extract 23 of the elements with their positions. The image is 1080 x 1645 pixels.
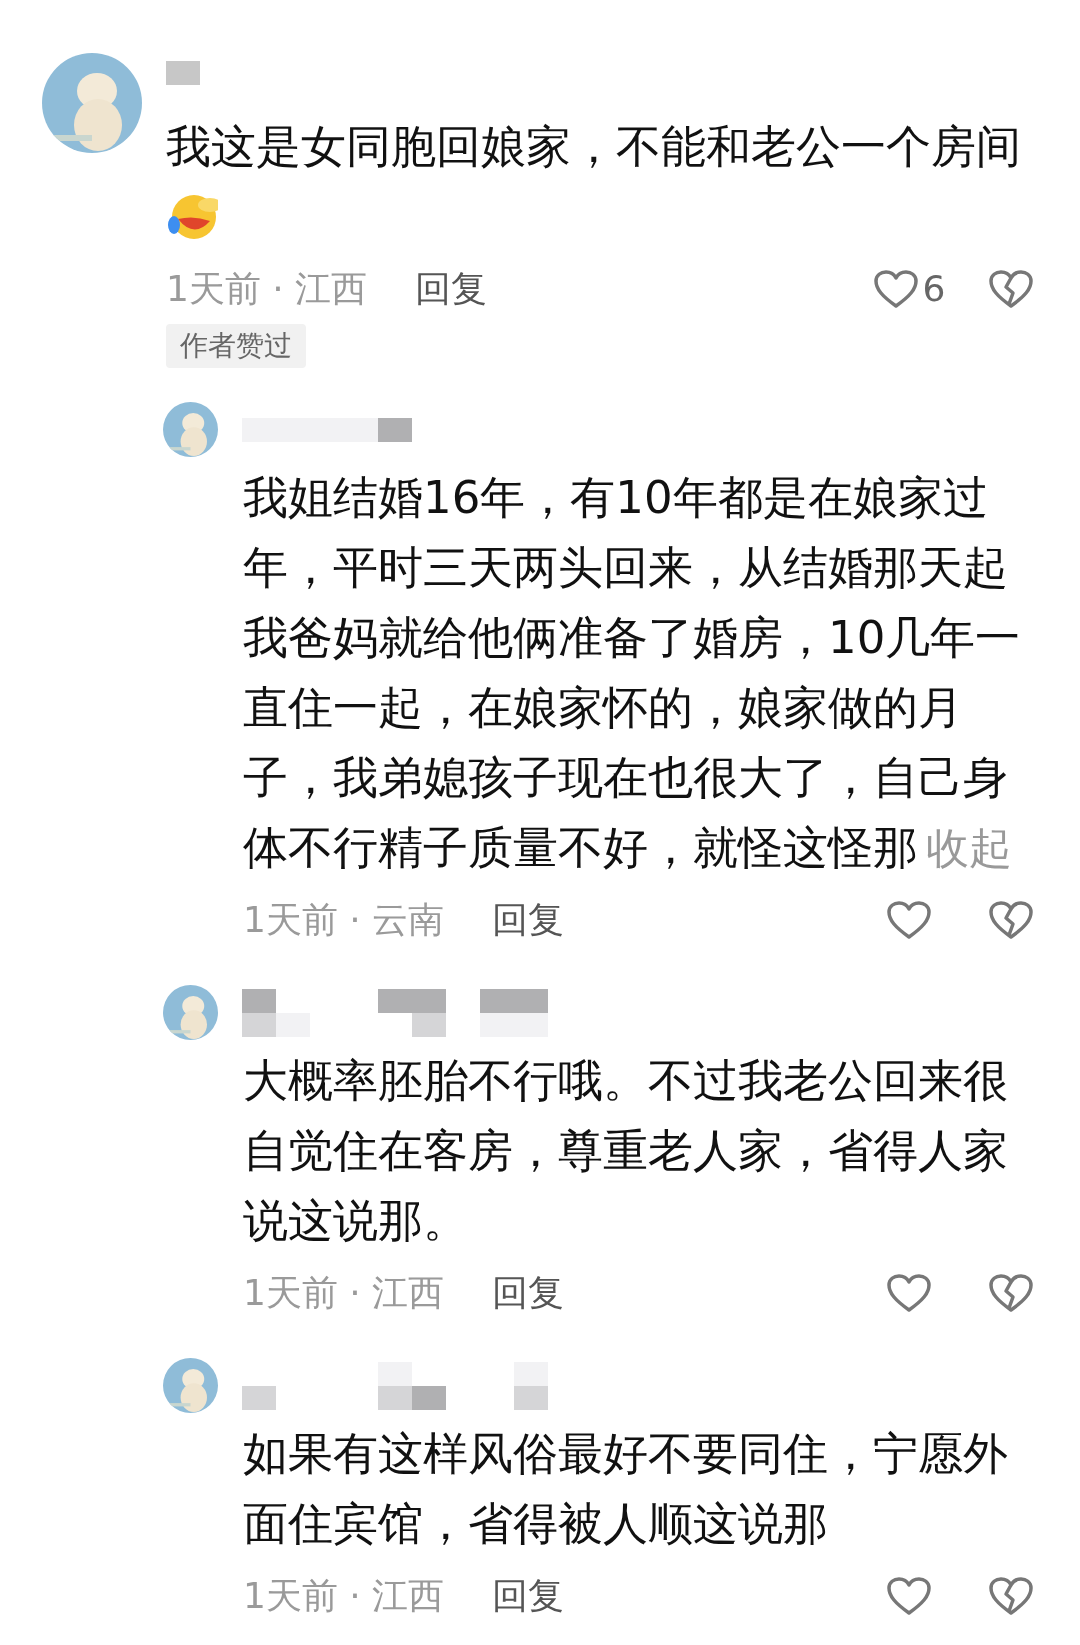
comment-text: 我这是女同胞回娘家，不能和老公一个房间 bbox=[166, 119, 1022, 175]
heart-icon[interactable] bbox=[886, 900, 932, 940]
heart-icon[interactable] bbox=[886, 1273, 932, 1313]
broken-heart-icon[interactable] bbox=[988, 1576, 1034, 1616]
reply-link[interactable]: 回复 bbox=[415, 262, 488, 316]
reply-link[interactable]: 回复 bbox=[492, 893, 565, 947]
heart-icon[interactable] bbox=[886, 1576, 932, 1616]
broken-heart-icon[interactable] bbox=[988, 900, 1034, 940]
timestamp-location: 1天前 · 江西 bbox=[166, 267, 368, 311]
heart-icon[interactable] bbox=[872, 269, 919, 309]
redacted-username bbox=[166, 61, 200, 85]
author-liked-tag: 作者赞过 bbox=[166, 324, 306, 368]
reply-link[interactable]: 回复 bbox=[492, 1266, 565, 1320]
timestamp-location: 1天前 · 云南 bbox=[243, 898, 445, 942]
comment-text: 大概率胚胎不行哦。不过我老公回来很自觉住在客房，尊重老人家，省得人家说这说那。 bbox=[243, 1053, 1009, 1249]
timestamp-location: 1天前 · 江西 bbox=[243, 1271, 445, 1315]
timestamp-location: 1天前 · 江西 bbox=[243, 1574, 445, 1618]
comment-text: 如果有这样风俗最好不要同住，宁愿外面住宾馆，省得被人顺这说那 bbox=[243, 1426, 1009, 1552]
broken-heart-icon[interactable] bbox=[988, 269, 1034, 309]
comment-text: 我姐结婚16年，有10年都是在娘家过年，平时三天两头回来，从结婚那天起我爸妈就给他俩准备了婚房，10几年一直住一起，在娘家怀的，娘家做的月子，我弟媳孩子现在也很大了，自己身体不行精子质量不好，就怪这怪那 收起 bbox=[243, 470, 1022, 876]
like-count: 6 bbox=[922, 267, 946, 311]
reply-link[interactable]: 回复 bbox=[492, 1569, 565, 1623]
broken-heart-icon[interactable] bbox=[988, 1273, 1034, 1313]
